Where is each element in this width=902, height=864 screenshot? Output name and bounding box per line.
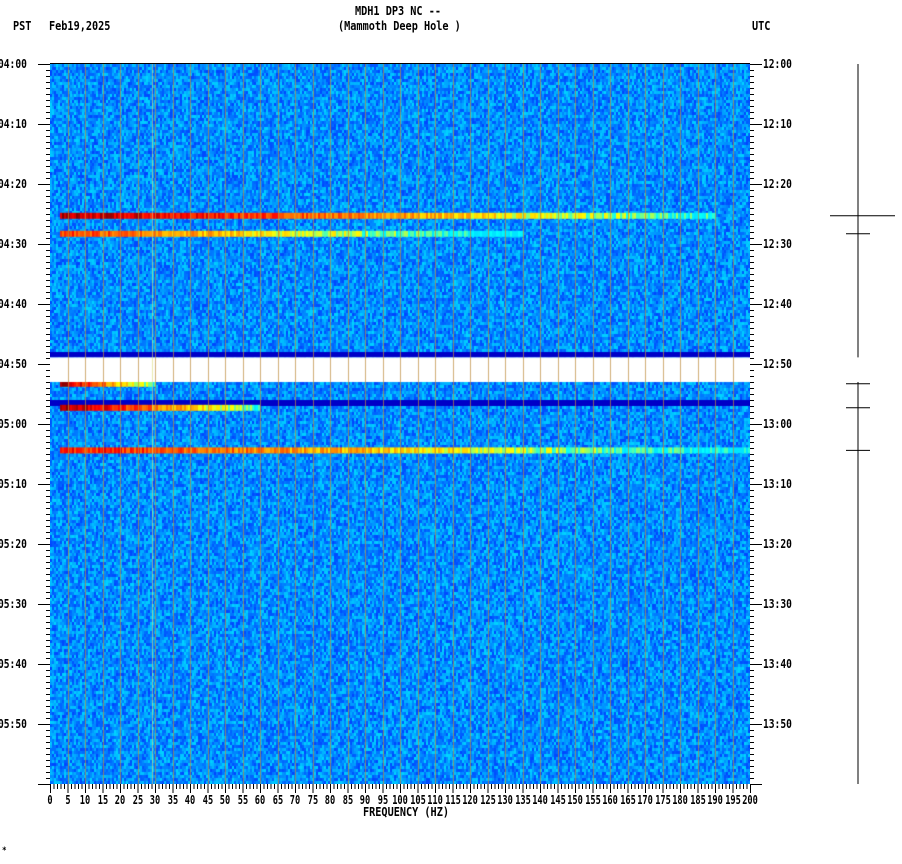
x-tick-label: 80 xyxy=(324,793,336,807)
x-tick-label: 185 xyxy=(689,793,706,807)
x-tick-label: 145 xyxy=(549,793,566,807)
y-tick-label-left: 05:50 xyxy=(0,717,27,731)
x-axis-title: FREQUENCY (HZ) xyxy=(363,805,449,819)
x-tick-label: 20 xyxy=(114,793,126,807)
x-tick-label: 0 xyxy=(47,793,53,807)
x-tick-label: 35 xyxy=(167,793,178,807)
x-tick-label: 130 xyxy=(497,793,513,807)
x-tick-label: 60 xyxy=(254,793,266,807)
x-tick-label: 50 xyxy=(219,793,231,807)
x-tick-label: 155 xyxy=(584,793,601,807)
y-tick-label-right: 13:50 xyxy=(763,717,792,731)
x-tick-label: 195 xyxy=(724,793,741,807)
x-tick-label: 30 xyxy=(149,793,161,807)
x-tick-label: 150 xyxy=(567,793,583,807)
y-tick-label-right: 13:00 xyxy=(763,417,792,431)
x-tick-label: 160 xyxy=(602,793,618,807)
x-tick-label: 75 xyxy=(307,793,318,807)
x-tick-label: 175 xyxy=(654,793,671,807)
y-tick-label-left: 04:50 xyxy=(0,357,27,371)
x-tick-label: 165 xyxy=(619,793,636,807)
y-tick-label-left: 05:00 xyxy=(0,417,27,431)
x-tick-label: 125 xyxy=(479,793,496,807)
x-tick-label: 45 xyxy=(202,793,213,807)
y-tick-label-right: 12:10 xyxy=(763,117,792,131)
y-tick-label-right: 12:20 xyxy=(763,177,792,191)
y-tick-label-left: 05:30 xyxy=(0,597,27,611)
y-tick-label-left: 05:40 xyxy=(0,657,27,671)
footer-mark: * xyxy=(2,846,7,856)
y-tick-label-right: 12:40 xyxy=(763,297,792,311)
y-tick-label-right: 12:30 xyxy=(763,237,792,251)
y-tick-label-left: 05:10 xyxy=(0,477,27,491)
y-tick-label-right: 13:40 xyxy=(763,657,792,671)
x-tick-label: 180 xyxy=(672,793,688,807)
y-tick-label-left: 04:30 xyxy=(0,237,27,251)
y-tick-label-right: 12:00 xyxy=(763,57,792,71)
x-tick-label: 40 xyxy=(184,793,196,807)
x-tick-label: 5 xyxy=(64,793,71,807)
x-tick-label: 70 xyxy=(289,793,301,807)
y-tick-label-left: 04:20 xyxy=(0,177,27,191)
x-tick-label: 15 xyxy=(97,793,108,807)
y-tick-label-right: 12:50 xyxy=(763,357,792,371)
y-tick-label-left: 04:10 xyxy=(0,117,27,131)
x-tick-label: 200 xyxy=(742,793,758,807)
x-tick-label: 25 xyxy=(132,793,143,807)
x-tick-label: 190 xyxy=(707,793,723,807)
y-tick-label-right: 13:30 xyxy=(763,597,792,611)
y-tick-label-left: 05:20 xyxy=(0,537,27,551)
y-tick-label-left: 04:00 xyxy=(0,57,27,71)
x-tick-label: 135 xyxy=(514,793,531,807)
x-tick-label: 55 xyxy=(237,793,248,807)
x-tick-label: 170 xyxy=(637,793,653,807)
y-tick-label-left: 04:40 xyxy=(0,297,27,311)
y-tick-label-right: 13:10 xyxy=(763,477,792,491)
x-tick-label: 120 xyxy=(462,793,478,807)
x-tick-label: 65 xyxy=(272,793,283,807)
x-tick-label: 10 xyxy=(79,793,91,807)
x-tick-label: 85 xyxy=(342,793,353,807)
y-tick-label-right: 13:20 xyxy=(763,537,792,551)
x-tick-label: 140 xyxy=(532,793,548,807)
